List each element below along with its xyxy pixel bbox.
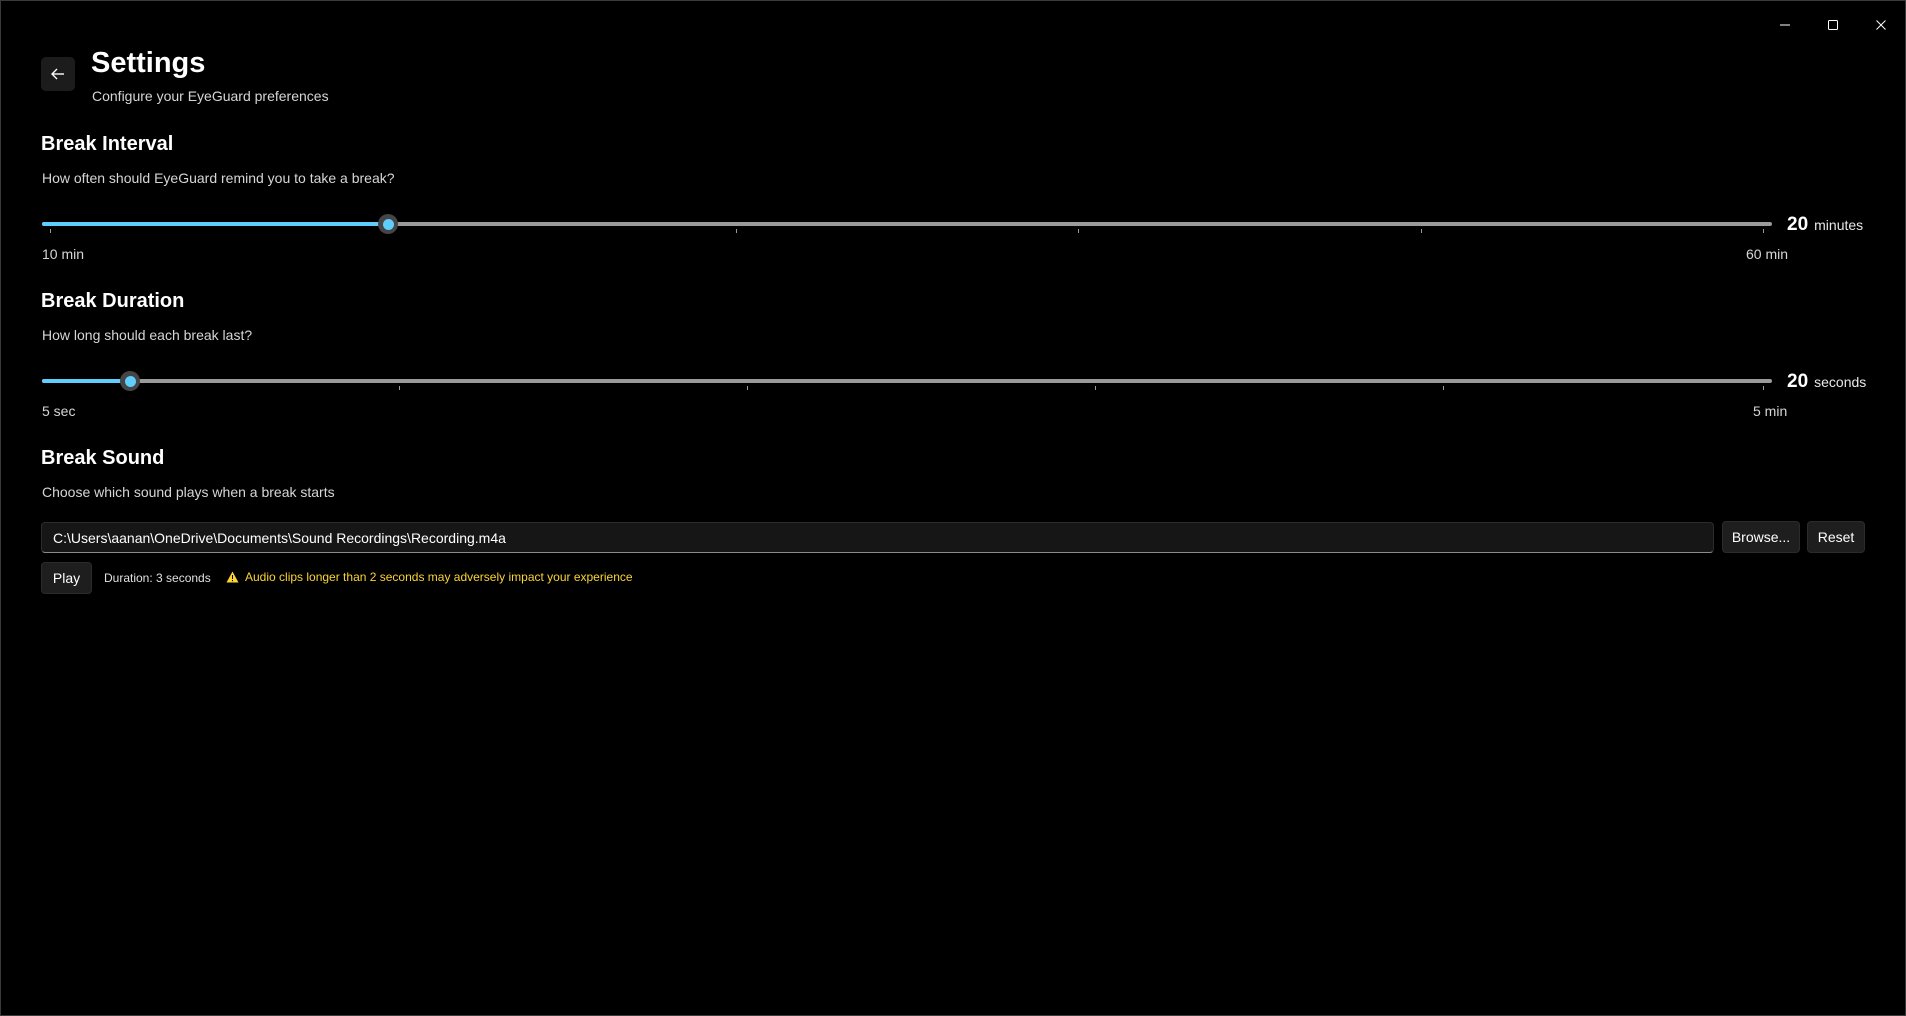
browse-button[interactable]: Browse... (1722, 521, 1800, 553)
sound-warning-text: Audio clips longer than 2 seconds may ad… (245, 570, 633, 584)
break-interval-value-number: 20 (1787, 214, 1809, 235)
page-title: Settings (91, 47, 206, 79)
sound-path-input[interactable] (41, 522, 1714, 553)
break-interval-slider[interactable] (42, 214, 1772, 234)
break-duration-max-label: 5 min (1753, 403, 1788, 419)
break-sound-title: Break Sound (41, 447, 165, 469)
break-interval-min-label: 10 min (42, 246, 85, 262)
break-duration-title: Break Duration (41, 290, 185, 312)
slider-tick (50, 229, 51, 233)
slider-track[interactable] (42, 379, 1772, 383)
slider-tick (736, 229, 737, 233)
break-interval-title: Break Interval (41, 133, 174, 155)
close-icon (1876, 20, 1886, 30)
break-duration-min-label: 5 sec (42, 403, 76, 419)
slider-tick (1078, 229, 1079, 233)
break-interval-value: 20 minutes (1787, 214, 1863, 236)
break-duration-slider[interactable] (42, 371, 1772, 391)
arrow-left-icon (51, 68, 64, 80)
slider-tick (1763, 386, 1764, 390)
minimize-button[interactable] (1761, 1, 1809, 49)
play-button[interactable]: Play (41, 562, 92, 594)
minimize-icon (1780, 24, 1790, 26)
back-button[interactable] (41, 57, 75, 91)
break-duration-value-unit: seconds (1814, 374, 1867, 390)
break-duration-value: 20 seconds (1787, 371, 1866, 393)
slider-tick (1095, 386, 1096, 390)
warning-triangle-icon (226, 571, 239, 583)
slider-fill (42, 379, 130, 383)
slider-tick (1763, 229, 1764, 233)
sound-warning: Audio clips longer than 2 seconds may ad… (226, 570, 633, 584)
break-duration-description: How long should each break last? (42, 327, 253, 343)
maximize-icon (1828, 20, 1838, 30)
break-interval-value-unit: minutes (1814, 217, 1864, 233)
break-interval-max-label: 60 min (1746, 246, 1789, 262)
reset-button[interactable]: Reset (1807, 521, 1865, 553)
break-duration-value-number: 20 (1787, 371, 1809, 392)
break-sound-description: Choose which sound plays when a break st… (42, 484, 335, 500)
slider-tick (1421, 229, 1422, 233)
maximize-button[interactable] (1809, 1, 1857, 49)
sound-duration-text: Duration: 3 seconds (104, 571, 211, 585)
page-subtitle: Configure your EyeGuard preferences (92, 88, 329, 104)
title-bar-controls (1761, 1, 1905, 49)
slider-thumb[interactable] (378, 214, 398, 234)
slider-tick (747, 386, 748, 390)
break-interval-description: How often should EyeGuard remind you to … (42, 170, 395, 186)
slider-fill (42, 222, 388, 226)
slider-tick (1443, 386, 1444, 390)
slider-tick (399, 386, 400, 390)
slider-thumb[interactable] (120, 371, 140, 391)
settings-window: Settings Configure your EyeGuard prefere… (0, 0, 1906, 1016)
close-button[interactable] (1857, 1, 1905, 49)
